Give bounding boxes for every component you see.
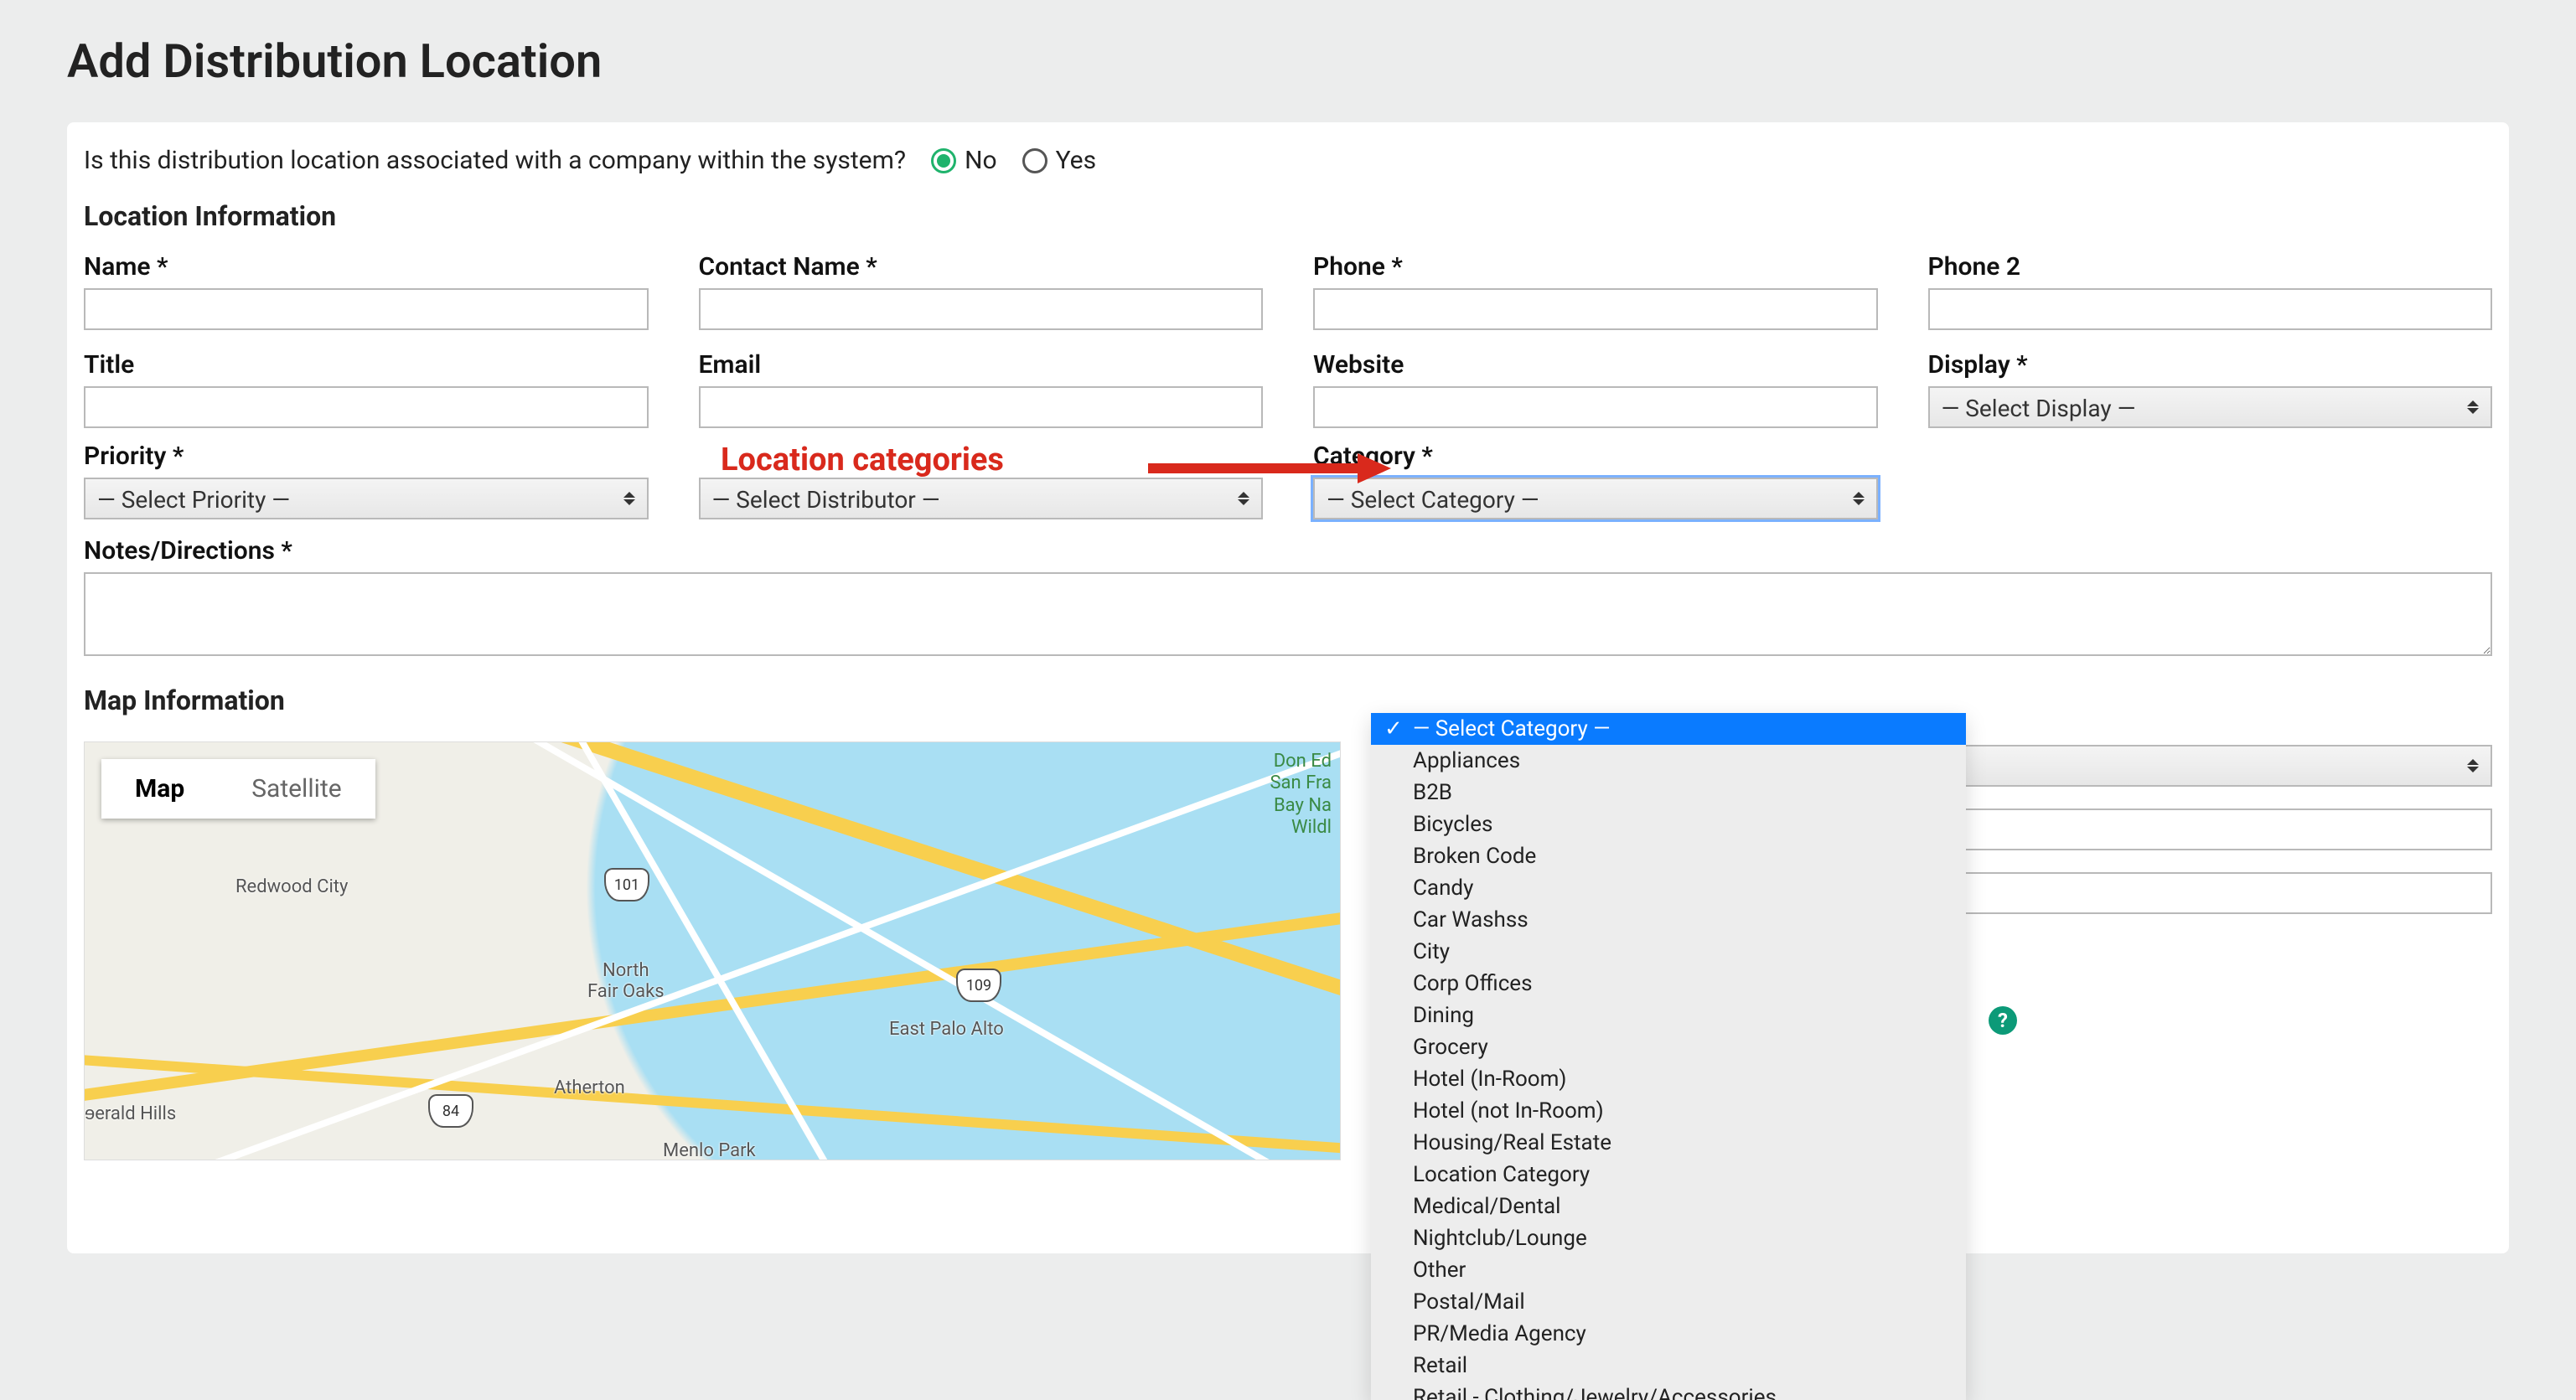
- select-category-option[interactable]: City: [1371, 936, 1966, 968]
- route-shield-icon: 109: [956, 969, 1001, 1002]
- map-tab-satellite[interactable]: Satellite: [218, 759, 375, 819]
- select-category-option[interactable]: Postal/Mail: [1371, 1286, 1966, 1318]
- select-category-option[interactable]: Nightclub/Lounge: [1371, 1222, 1966, 1254]
- select-category-option[interactable]: Hotel (not In-Room): [1371, 1095, 1966, 1127]
- input-contact-name[interactable]: [699, 288, 1264, 330]
- input-phone2[interactable]: [1928, 288, 2493, 330]
- select-category-option[interactable]: Appliances: [1371, 745, 1966, 777]
- association-prompt: Is this distribution location associated…: [84, 146, 906, 175]
- form-card: Is this distribution location associated…: [67, 122, 2509, 1253]
- label-phone: Phone *: [1313, 252, 1878, 282]
- select-category[interactable]: — Select Category —: [1313, 478, 1878, 519]
- map-label-herald-hills: ɘerald Hills: [85, 1103, 176, 1124]
- label-distributor: [699, 442, 1264, 471]
- map[interactable]: Map Satellite Redwood City North Fair Oa…: [84, 741, 1341, 1160]
- select-category-value: — Select Category —: [1327, 486, 1539, 514]
- select-category-option[interactable]: Housing/Real Estate: [1371, 1127, 1966, 1159]
- map-tab-map[interactable]: Map: [101, 759, 218, 819]
- select-display-value: — Select Display —: [1942, 395, 2136, 422]
- association-radio-group: No Yes: [931, 146, 1096, 175]
- select-category-option[interactable]: Retail - Clothing/Jewelry/Accessories: [1371, 1382, 1966, 1400]
- select-category-option[interactable]: — Select Category —: [1371, 713, 1966, 745]
- select-distributor[interactable]: — Select Distributor —: [699, 478, 1264, 519]
- input-title[interactable]: [84, 386, 649, 428]
- map-label-park: Don Ed San Fra Bay Na Wildl: [1270, 751, 1332, 839]
- label-category: Category *: [1313, 442, 1878, 471]
- radio-label-yes: Yes: [1056, 146, 1096, 175]
- select-category-option[interactable]: PR/Media Agency: [1371, 1318, 1966, 1350]
- select-priority-value: — Select Priority —: [97, 486, 290, 514]
- select-category-option[interactable]: B2B: [1371, 777, 1966, 808]
- input-name[interactable]: [84, 288, 649, 330]
- chevron-updown-icon: [2467, 756, 2482, 776]
- association-radio-yes[interactable]: Yes: [1022, 146, 1096, 175]
- label-name: Name *: [84, 252, 649, 282]
- section-map-info: Map Information: [84, 685, 2492, 716]
- label-phone2: Phone 2: [1928, 252, 2493, 282]
- label-notes: Notes/Directions *: [84, 536, 2492, 566]
- select-category-option[interactable]: Hotel (In-Room): [1371, 1063, 1966, 1095]
- label-contact-name: Contact Name *: [699, 252, 1264, 282]
- map-label-east-palo-alto: East Palo Alto: [889, 1019, 1004, 1040]
- label-display: Display *: [1928, 350, 2493, 380]
- select-distributor-value: — Select Distributor —: [712, 486, 940, 514]
- select-category-option[interactable]: Car Washss: [1371, 904, 1966, 936]
- chevron-updown-icon: [1853, 488, 1868, 509]
- select-category-option[interactable]: Candy: [1371, 872, 1966, 904]
- select-category-option[interactable]: Broken Code: [1371, 840, 1966, 872]
- label-email: Email: [699, 350, 1264, 380]
- map-label-menlo-park: Menlo Park: [663, 1140, 756, 1160]
- radio-icon: [931, 148, 956, 173]
- label-website: Website: [1313, 350, 1878, 380]
- input-phone[interactable]: [1313, 288, 1878, 330]
- map-label-atherton: Atherton: [554, 1077, 625, 1098]
- select-category-option[interactable]: Location Category: [1371, 1159, 1966, 1191]
- input-website[interactable]: [1313, 386, 1878, 428]
- select-category-option[interactable]: Retail: [1371, 1350, 1966, 1382]
- label-title: Title: [84, 350, 649, 380]
- select-category-option[interactable]: Medical/Dental: [1371, 1191, 1966, 1222]
- select-display[interactable]: — Select Display —: [1928, 386, 2493, 428]
- input-email[interactable]: [699, 386, 1264, 428]
- help-icon[interactable]: ?: [1989, 1006, 2017, 1035]
- route-shield-icon: 84: [428, 1094, 473, 1128]
- select-priority[interactable]: — Select Priority —: [84, 478, 649, 519]
- select-category-option[interactable]: Grocery: [1371, 1031, 1966, 1063]
- label-priority: Priority *: [84, 442, 649, 471]
- select-category-option[interactable]: Other: [1371, 1254, 1966, 1286]
- section-location-info: Location Information: [84, 200, 2492, 232]
- map-label-redwood-city: Redwood City: [235, 876, 348, 897]
- radio-icon: [1022, 148, 1047, 173]
- radio-label-no: No: [965, 146, 997, 175]
- route-shield-icon: 101: [604, 868, 649, 901]
- select-category-options[interactable]: — Select Category —AppliancesB2BBicycles…: [1371, 713, 1966, 1400]
- page-title: Add Distribution Location: [67, 34, 2509, 89]
- select-category-option[interactable]: Bicycles: [1371, 808, 1966, 840]
- textarea-notes[interactable]: [84, 572, 2492, 656]
- association-radio-no[interactable]: No: [931, 146, 997, 175]
- chevron-updown-icon: [1238, 488, 1253, 509]
- chevron-updown-icon: [623, 488, 639, 509]
- map-label-north-fair-oaks: North Fair Oaks: [587, 960, 665, 1002]
- select-category-option[interactable]: Corp Offices: [1371, 968, 1966, 1000]
- chevron-updown-icon: [2467, 397, 2482, 417]
- select-category-option[interactable]: Dining: [1371, 1000, 1966, 1031]
- map-type-toggle: Map Satellite: [101, 759, 375, 819]
